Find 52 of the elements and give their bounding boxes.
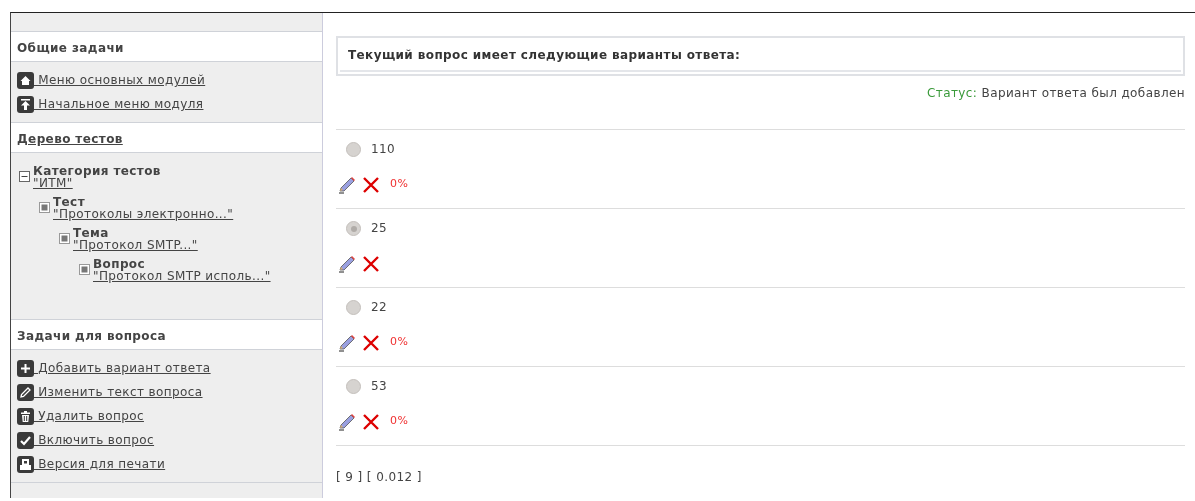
expand-icon[interactable] [59, 233, 70, 244]
pencil-icon[interactable] [336, 334, 356, 352]
expand-icon[interactable] [39, 202, 50, 213]
radio-button[interactable] [346, 300, 361, 315]
radio-button[interactable] [346, 379, 361, 394]
section-heading-link[interactable]: Дерево тестов [17, 132, 123, 146]
section-heading: Общие задачи [11, 32, 322, 62]
plus-icon[interactable] [17, 359, 34, 377]
radio-button[interactable] [346, 221, 361, 236]
percentage: 0% [390, 413, 409, 429]
printer-icon[interactable] [17, 455, 34, 473]
check-icon[interactable] [17, 431, 34, 449]
sidebar-link[interactable]: Версия для печати [34, 455, 166, 473]
node-type: Тема [73, 227, 110, 239]
node-type: Категория тестов [33, 165, 161, 177]
status-label: Статус: [927, 86, 978, 100]
sidebar-link[interactable]: Включить вопрос [34, 431, 155, 449]
pencil-icon[interactable] [17, 383, 34, 401]
node-link[interactable]: "Протокол SMTP исполь..." [93, 270, 271, 283]
delete-icon[interactable] [362, 334, 380, 352]
answer-text: 22 [371, 300, 388, 314]
sidebar-link[interactable]: Изменить текст вопроса [34, 383, 203, 401]
answer-text: 110 [371, 142, 396, 156]
node-link[interactable]: "ИТМ" [33, 177, 161, 190]
home-icon[interactable] [17, 71, 34, 89]
percentage: 0% [390, 176, 409, 192]
upload-icon[interactable] [17, 95, 34, 113]
pencil-icon[interactable] [336, 176, 356, 194]
expand-icon[interactable] [79, 264, 90, 275]
pencil-icon[interactable] [336, 413, 356, 431]
section-heading: Задачи для вопроса [11, 320, 322, 350]
delete-icon[interactable] [362, 255, 380, 273]
node-link[interactable]: "Протокол SMTP..." [73, 239, 198, 252]
node-link[interactable]: "Протоколы электронно..." [53, 208, 234, 221]
answer-text: 53 [371, 379, 388, 393]
pencil-icon[interactable] [336, 255, 356, 273]
sidebar-link[interactable]: Удалить вопрос [34, 407, 144, 425]
delete-icon[interactable] [362, 176, 380, 194]
panel-heading: Текущий вопрос имеет следующие варианты ответа: [340, 40, 1181, 72]
sidebar-link[interactable]: Начальное меню модуля [34, 95, 204, 113]
answer-text: 25 [371, 221, 388, 235]
node-type: Вопрос [93, 258, 146, 270]
delete-icon[interactable] [362, 413, 380, 431]
radio-button[interactable] [346, 142, 361, 157]
stats-text: [ 9 ] [ 0.012 ] [336, 469, 423, 486]
status-message: Вариант ответа был добавлен [981, 86, 1185, 100]
sidebar-link[interactable]: Добавить вариант ответа [34, 359, 211, 377]
sidebar-link[interactable]: Меню основных модулей [34, 71, 206, 89]
trash-icon[interactable] [17, 407, 34, 425]
node-type: Тест [53, 196, 86, 208]
percentage: 0% [390, 334, 409, 350]
collapse-icon[interactable] [19, 171, 30, 182]
